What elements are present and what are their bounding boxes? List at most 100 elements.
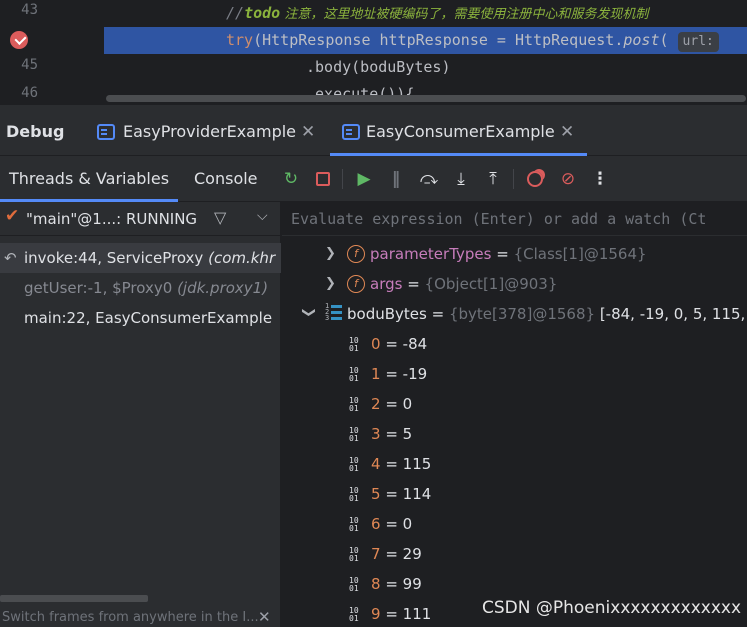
binary-icon: 10 01 bbox=[349, 366, 359, 383]
evaluate-expression-bar[interactable] bbox=[282, 202, 747, 236]
mute-breakpoints-icon[interactable]: ⊘ bbox=[556, 167, 580, 191]
binary-icon: 10 01 bbox=[349, 336, 359, 353]
array-element: 7 = 29 bbox=[371, 545, 422, 563]
array-element: 2 = 0 bbox=[371, 395, 413, 413]
array-element-row[interactable]: 10 01 4 = 115 bbox=[282, 449, 747, 479]
code-editor[interactable]: 43 45 46 //todo 注意，这里地址被硬编码了，需要使用注册中心和服务… bbox=[0, 0, 747, 110]
array-element: 6 = 0 bbox=[371, 515, 413, 533]
checkmark-icon: ✔ bbox=[5, 206, 20, 226]
more-icon[interactable]: ⋮ bbox=[588, 167, 612, 191]
stack-frame[interactable]: getUser:-1, $Proxy0 (jdk.proxy1) bbox=[0, 273, 281, 303]
array-element-row[interactable]: 10 01 6 = 0 bbox=[282, 509, 747, 539]
editor-horizontal-scrollbar[interactable] bbox=[106, 95, 746, 102]
debug-tool-window-header: Debug EasyProviderExample ✕ EasyConsumer… bbox=[0, 110, 747, 156]
array-element: 5 = 114 bbox=[371, 485, 432, 503]
variable-name: boduBytes = {byte[378]@1568} [-84, -19, … bbox=[347, 305, 747, 323]
close-tab-icon[interactable]: ✕ bbox=[560, 110, 574, 154]
variable-name: parameterTypes = {Class[1]@1564} bbox=[370, 245, 647, 263]
rerun-icon[interactable]: ↻ bbox=[279, 167, 303, 191]
code-line-44-current[interactable]: try(HttpResponse httpResponse = HttpRequ… bbox=[104, 27, 747, 54]
frame-method: invoke:44, ServiceProxy bbox=[24, 249, 204, 267]
run-tab-label: EasyProviderExample bbox=[123, 122, 297, 141]
binary-icon: 10 01 bbox=[349, 456, 359, 473]
tab-console[interactable]: Console bbox=[194, 156, 258, 202]
thread-selector[interactable]: ✔ "main"@1...: RUNNING ▽ ⌵ bbox=[0, 202, 281, 236]
variable-row[interactable]: ❯ f args = {Object[1]@903} bbox=[282, 269, 747, 299]
code-line-43[interactable]: //todo 注意，这里地址被硬编码了，需要使用注册中心和服务发现机制 bbox=[104, 0, 747, 27]
resume-icon[interactable]: ▶ bbox=[352, 167, 376, 191]
array-element: 8 = 99 bbox=[371, 575, 422, 593]
variable-row-expanded[interactable]: ❯ 123 boduBytes = {byte[378]@1568} [-84,… bbox=[282, 299, 747, 329]
pause-icon[interactable]: ‖ bbox=[384, 167, 408, 191]
editor-gutter[interactable]: 43 45 46 bbox=[0, 0, 60, 110]
tab-threads-variables[interactable]: Threads & Variables bbox=[0, 156, 178, 202]
evaluate-expression-input[interactable] bbox=[282, 202, 747, 236]
array-element: 9 = 111 bbox=[371, 605, 432, 623]
return-arrow-icon: ↶ bbox=[4, 249, 17, 267]
chevron-right-icon[interactable]: ❯ bbox=[325, 269, 339, 299]
array-element: 4 = 115 bbox=[371, 455, 432, 473]
toolbar-divider bbox=[342, 169, 343, 189]
watermark: CSDN @Phoenixxxxxxxxxxxxx bbox=[482, 598, 742, 618]
line-number: 46 bbox=[21, 85, 38, 101]
stop-icon[interactable] bbox=[311, 167, 335, 191]
view-breakpoints-icon[interactable] bbox=[523, 167, 547, 191]
close-tab-icon[interactable]: ✕ bbox=[301, 110, 315, 154]
step-over-icon[interactable]: ⤼ bbox=[417, 167, 441, 191]
thread-selector-label: "main"@1...: RUNNING bbox=[26, 210, 198, 228]
variable-row[interactable]: ❯ f parameterTypes = {Class[1]@1564} bbox=[282, 239, 747, 269]
array-element: 1 = -19 bbox=[371, 365, 428, 383]
variable-name: args = {Object[1]@903} bbox=[370, 275, 558, 293]
switch-frames-hint: Switch frames from anywhere in the I... bbox=[2, 610, 258, 625]
debug-title: Debug bbox=[6, 122, 65, 141]
debug-toolbar: Threads & Variables Console ↻ ▶ ‖ ⤼ ⤓ ⤒ … bbox=[0, 156, 747, 202]
stack-frame[interactable]: main:22, EasyConsumerExample bbox=[0, 303, 281, 333]
try-keyword: try bbox=[226, 31, 254, 49]
binary-icon: 10 01 bbox=[349, 516, 359, 533]
frame-package: (jdk.proxy1) bbox=[177, 279, 269, 297]
array-element: 0 = -84 bbox=[371, 335, 428, 353]
chevron-down-icon[interactable]: ❯ bbox=[293, 307, 323, 321]
parameter-hint: url: bbox=[677, 32, 719, 52]
line-number: 43 bbox=[21, 2, 38, 18]
code-text: (HttpResponse httpResponse = HttpRequest… bbox=[253, 31, 624, 49]
binary-icon: 10 01 bbox=[349, 486, 359, 503]
array-icon: 123 bbox=[325, 303, 343, 323]
binary-icon: 10 01 bbox=[349, 576, 359, 593]
comment-prefix: // bbox=[226, 4, 245, 22]
run-tab-easy-consumer[interactable]: EasyConsumerExample ✕ bbox=[330, 110, 587, 156]
array-element-row[interactable]: 10 01 7 = 29 bbox=[282, 539, 747, 569]
array-element-row[interactable]: 10 01 5 = 114 bbox=[282, 479, 747, 509]
filter-icon[interactable]: ▽ bbox=[214, 208, 226, 227]
binary-icon: 10 01 bbox=[349, 426, 359, 443]
step-out-icon[interactable]: ⤒ bbox=[481, 167, 505, 191]
frames-horizontal-scrollbar[interactable] bbox=[0, 595, 148, 602]
chevron-down-icon[interactable]: ⌵ bbox=[257, 208, 268, 224]
step-into-icon[interactable]: ⤓ bbox=[449, 167, 473, 191]
run-config-icon bbox=[97, 124, 115, 140]
close-hint-icon[interactable]: ✕ bbox=[258, 608, 271, 626]
binary-icon: 10 01 bbox=[349, 546, 359, 563]
frame-package: (com.khr bbox=[208, 249, 276, 267]
code-line-45[interactable]: .body(boduBytes) bbox=[104, 54, 747, 81]
array-element-row[interactable]: 10 01 3 = 5 bbox=[282, 419, 747, 449]
array-element-row[interactable]: 10 01 8 = 99 bbox=[282, 569, 747, 599]
array-element-row[interactable]: 10 01 2 = 0 bbox=[282, 389, 747, 419]
field-icon: f bbox=[347, 245, 365, 263]
code-paren: ( bbox=[659, 31, 669, 49]
stack-frame[interactable]: ↶ invoke:44, ServiceProxy (com.khr bbox=[0, 243, 281, 273]
chevron-right-icon[interactable]: ❯ bbox=[325, 239, 339, 269]
breakpoint-icon[interactable] bbox=[10, 31, 28, 49]
toolbar-divider bbox=[513, 169, 514, 189]
array-element-row[interactable]: 10 01 0 = -84 bbox=[282, 329, 747, 359]
comment-text: 注意，这里地址被硬编码了，需要使用注册中心和服务发现机制 bbox=[280, 7, 649, 22]
array-element-row[interactable]: 10 01 1 = -19 bbox=[282, 359, 747, 389]
run-config-icon bbox=[342, 124, 360, 140]
binary-icon: 10 01 bbox=[349, 396, 359, 413]
array-element: 3 = 5 bbox=[371, 425, 413, 443]
binary-icon: 10 01 bbox=[349, 606, 359, 623]
run-tab-label: EasyConsumerExample bbox=[366, 122, 555, 141]
run-tab-easy-provider[interactable]: EasyProviderExample ✕ bbox=[97, 110, 325, 156]
todo-keyword: todo bbox=[244, 4, 281, 22]
frame-method: main:22, EasyConsumerExample bbox=[24, 309, 273, 327]
